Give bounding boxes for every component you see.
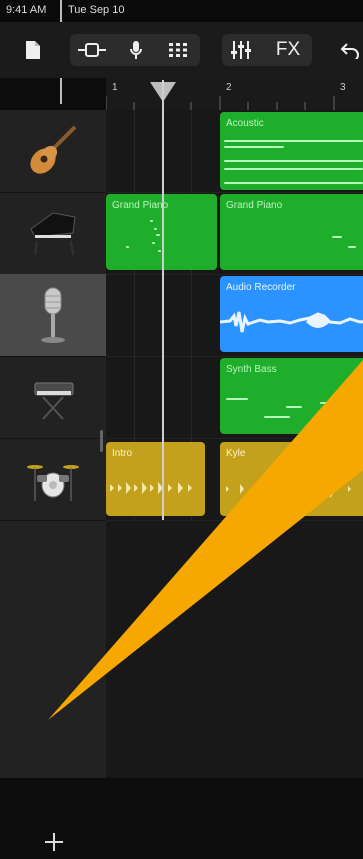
midi-note (154, 228, 157, 230)
track-header-acoustic-guitar[interactable] (0, 110, 106, 193)
midi-note (224, 182, 363, 184)
status-bar: 9:41 AM Tue Sep 10 (0, 0, 363, 104)
midi-note (224, 140, 363, 142)
midi-note (320, 402, 356, 404)
add-track-button[interactable] (42, 830, 66, 854)
region-grand-piano-2[interactable]: Grand Piano (220, 194, 363, 270)
track-header-grand-piano[interactable] (0, 192, 106, 275)
synth-keyboard-icon (34, 382, 74, 420)
midi-note (224, 160, 363, 162)
region-acoustic[interactable]: Acoustic (220, 112, 363, 190)
region-synth-bass[interactable]: Synth Bass (220, 358, 363, 434)
midi-note (152, 242, 155, 244)
track-header-drums[interactable] (0, 438, 106, 521)
region-drums-kyle[interactable]: Kyle (220, 442, 363, 516)
midi-note (150, 220, 153, 222)
midi-note (226, 398, 248, 400)
tracks-area[interactable]: Acoustic Grand Piano Grand Piano Audio R… (106, 110, 363, 778)
audio-waveform (220, 311, 363, 333)
midi-note (332, 236, 342, 238)
drum-kit-icon (27, 465, 79, 501)
drum-pattern (226, 480, 351, 498)
drum-pattern (110, 482, 192, 494)
region-label: Acoustic (226, 118, 264, 129)
region-label: Grand Piano (112, 200, 169, 211)
track-header-audio-recorder[interactable] (0, 274, 106, 357)
midi-note (348, 246, 356, 248)
region-label: Synth Bass (226, 364, 277, 375)
mixer-icon[interactable] (228, 38, 254, 62)
track-header-resize-handle[interactable] (100, 430, 103, 452)
timeline-ruler[interactable]: 1 2 3 (106, 78, 363, 111)
midi-note (158, 250, 161, 252)
midi-note (156, 234, 160, 236)
grand-piano-icon (30, 212, 76, 256)
midi-note (224, 146, 284, 148)
undo-icon[interactable] (338, 38, 362, 62)
region-label: Grand Piano (226, 200, 283, 211)
ruler-ticks (106, 96, 335, 110)
playhead[interactable] (162, 80, 164, 520)
midi-note (264, 416, 290, 418)
midi-note (224, 168, 363, 170)
microphone-stand-icon (41, 287, 65, 343)
microphone-icon[interactable] (124, 38, 148, 62)
view-switcher-icon[interactable] (76, 38, 108, 62)
plus-icon (45, 833, 63, 851)
toolbar: FX (0, 22, 363, 78)
my-songs-icon[interactable] (22, 38, 44, 62)
status-time: 9:41 AM (6, 4, 47, 16)
track-header-synth-bass[interactable] (0, 356, 106, 439)
midi-note (286, 406, 302, 408)
track-header-list (0, 110, 106, 851)
status-date: Tue Sep 10 (68, 4, 125, 16)
fx-button[interactable]: FX (270, 37, 306, 63)
midi-note (126, 246, 129, 248)
acoustic-guitar-icon (30, 125, 77, 174)
region-drums-intro[interactable]: Intro (106, 442, 205, 516)
grid-view-icon[interactable] (166, 38, 190, 62)
region-audio-recorder[interactable]: Audio Recorder (220, 276, 363, 352)
